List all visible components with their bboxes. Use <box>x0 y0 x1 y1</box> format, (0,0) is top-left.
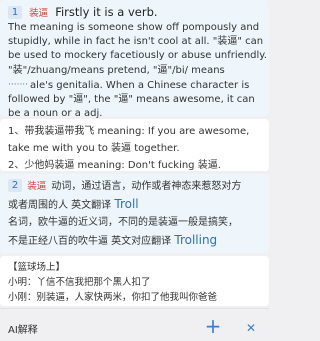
definition-card-2: 2 装逼 动词，通过语言，动作或者神态来惹怒对方 或者周围的人 英文翻译 Tro… <box>0 174 269 253</box>
definition-line: The meaning is someone show off pompousl… <box>8 22 260 33</box>
definition-line: followed by "逼", the "逼" means awesome, … <box>8 94 255 106</box>
close-icon[interactable]: ✕ <box>240 319 262 337</box>
english-translation: Troll <box>114 196 139 211</box>
definition-line-with-handle: ······· ale's genitalia. When a Chinese c… <box>8 78 261 93</box>
bottom-bar: AI解释 + ✕ <box>0 308 269 341</box>
selection-handle-icon[interactable]: ······· <box>8 78 28 92</box>
definition-header: 2 装逼 动词，通过语言，动作或者神态来惹怒对方 <box>8 178 261 196</box>
definition-head: 动词，通过语言，动作或者神态来惹怒对方 <box>51 181 242 192</box>
examples-card: 1、带我装逼带我飞 meaning: If you are awesome, t… <box>0 119 269 171</box>
definition-header: 1 装逼 Firstly it is a verb. <box>8 1 261 20</box>
english-translation: Trolling <box>174 232 218 247</box>
definition-line: 不是正经八百的吹牛逼 英文对应翻译 Trolling <box>8 232 261 251</box>
definition-line-text: 或者周围的人 英文翻译 <box>8 199 112 211</box>
definition-number-badge: 1 <box>8 6 22 19</box>
word-tag: 装逼 <box>27 181 47 192</box>
definition-line: 名词，欧牛逼的近义词，不同的是装逼一般是搞笑， <box>8 217 238 228</box>
definition-body: The meaning is someone show off pompousl… <box>8 21 267 121</box>
definition-line-text: 不是正经八百的吹牛逼 英文对应翻译 <box>8 235 172 247</box>
definition-head: Firstly it is a verb. <box>55 5 158 19</box>
ai-explain-label[interactable]: AI解释 <box>8 321 38 336</box>
example-line: 2、少他妈装逼 meaning: Don't fucking 装逼. <box>8 160 221 171</box>
definition-line: be used to mockery facetiously or abuse … <box>8 50 267 62</box>
dialogue-line: 小明：丫信不信我把那个黑人扣了 <box>8 277 151 288</box>
definition-line: "装"/zhuang/means pretend, "逼"/bi/ means <box>8 64 225 76</box>
definition-line-text: ale's genitalia. When a Chinese characte… <box>30 79 250 91</box>
dialogue-card: 【篮球场上】 小明：丫信不信我把那个黑人扣了 小刚：别装逼，人家快两米，你扣了他… <box>0 256 269 306</box>
dialogue-line: 小刚：别装逼，人家快两米，你扣了他我叫你爸爸 <box>8 292 218 303</box>
example-line: 1、带我装逼带我飞 meaning: If you are awesome, <box>8 126 250 137</box>
definition-card-1: 1 装逼 Firstly it is a verb. The meaning i… <box>0 0 269 119</box>
definition-line: 或者周围的人 英文翻译 Troll <box>8 196 261 215</box>
definition-number-badge: 2 <box>8 179 22 192</box>
definition-line: stupidly, while in fact he isn't cool at… <box>8 36 264 48</box>
plus-icon[interactable]: + <box>203 316 223 337</box>
example-line: take me with you to 装逼 together. <box>8 143 180 154</box>
dialogue-line: 【篮球场上】 <box>8 262 66 273</box>
word-tag: 装逼 <box>29 8 49 19</box>
